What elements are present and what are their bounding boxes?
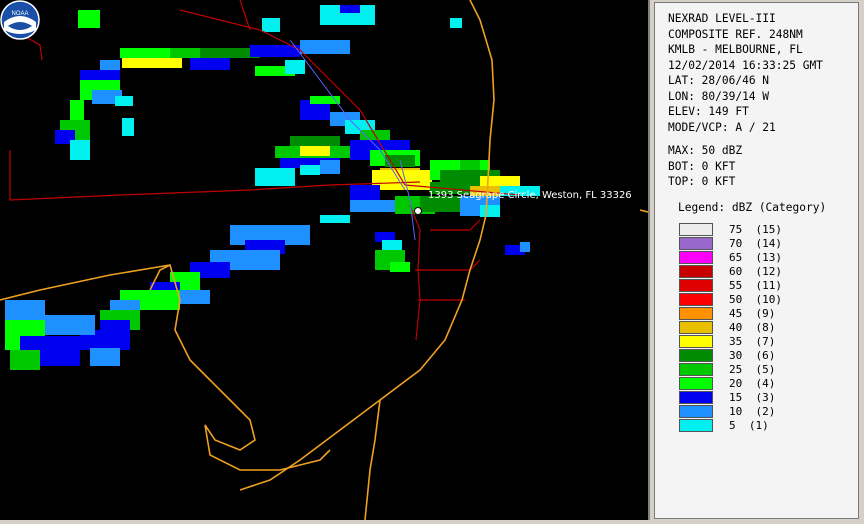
top-value: TOP: 0 KFT bbox=[668, 175, 736, 188]
legend-label: 5 (1) bbox=[729, 419, 769, 432]
legend-item: 55 (11) bbox=[679, 279, 849, 293]
legend-swatch bbox=[679, 349, 713, 362]
radar-map[interactable]: 1393 Seagrape Circle, Weston, FL 33326 N… bbox=[0, 0, 650, 520]
legend-label: 60 (12) bbox=[729, 265, 782, 278]
legend-item: 65 (13) bbox=[679, 251, 849, 265]
legend-item: 15 (3) bbox=[679, 391, 849, 405]
station-name: KMLB - MELBOURNE, FL bbox=[668, 43, 803, 56]
legend-label: 20 (4) bbox=[729, 377, 776, 390]
product-type: COMPOSITE REF. 248NM bbox=[668, 27, 803, 41]
legend-label: 40 (8) bbox=[729, 321, 776, 334]
legend-label: 75 (15) bbox=[729, 223, 782, 236]
legend-swatch bbox=[679, 377, 713, 390]
legend-item: 40 (8) bbox=[679, 321, 849, 335]
legend-label: 50 (10) bbox=[729, 293, 782, 306]
latitude: LAT: 28/06/46 N bbox=[668, 74, 770, 87]
bottom-value: BOT: 0 KFT bbox=[668, 159, 736, 173]
legend-item: 25 (5) bbox=[679, 363, 849, 377]
legend-label: 25 (5) bbox=[729, 363, 776, 376]
legend-item: 45 (9) bbox=[679, 307, 849, 321]
legend-swatch bbox=[679, 363, 713, 376]
product-name: NEXRAD LEVEL-III bbox=[668, 12, 776, 25]
scan-datetime: 12/02/2014 16:33:25 GMT bbox=[668, 58, 823, 72]
mode-vcp: MODE/VCP: A / 21 bbox=[668, 120, 776, 134]
legend-swatch bbox=[679, 307, 713, 320]
legend-label: 70 (14) bbox=[729, 237, 782, 250]
road-lines bbox=[289, 39, 416, 241]
legend-item: 35 (7) bbox=[679, 335, 849, 349]
legend-swatch bbox=[679, 223, 713, 236]
elevation: ELEV: 149 FT bbox=[668, 105, 749, 118]
legend-item: 60 (12) bbox=[679, 265, 849, 279]
legend-label: 35 (7) bbox=[729, 335, 776, 348]
legend-item: 5 (1) bbox=[679, 419, 849, 433]
legend-swatch bbox=[679, 321, 713, 334]
county-lines bbox=[9, 0, 521, 341]
svg-text:NOAA: NOAA bbox=[11, 11, 28, 17]
legend-swatch bbox=[679, 405, 713, 418]
coastline bbox=[0, 0, 648, 520]
legend-item: 50 (10) bbox=[679, 293, 849, 307]
legend-swatch bbox=[679, 251, 713, 264]
legend-swatch bbox=[679, 391, 713, 404]
max-value: MAX: 50 dBZ bbox=[668, 144, 743, 157]
legend-label: 30 (6) bbox=[729, 349, 776, 362]
longitude: LON: 80/39/14 W bbox=[668, 89, 770, 103]
legend-item: 20 (4) bbox=[679, 377, 849, 391]
legend-item: 30 (6) bbox=[679, 349, 849, 363]
legend-swatch bbox=[679, 293, 713, 306]
map-overlay bbox=[0, 0, 648, 520]
legend-swatch bbox=[679, 237, 713, 250]
legend-item: 10 (2) bbox=[679, 405, 849, 419]
info-panel: NEXRAD LEVEL-III COMPOSITE REF. 248NM KM… bbox=[654, 2, 859, 519]
legend-label: 10 (2) bbox=[729, 405, 776, 418]
location-label: 1393 Seagrape Circle, Weston, FL 33326 bbox=[428, 190, 632, 201]
location-marker bbox=[414, 207, 422, 215]
legend-label: 15 (3) bbox=[729, 391, 776, 404]
legend-swatch bbox=[679, 419, 713, 432]
noaa-logo: NOAA bbox=[0, 0, 40, 40]
legend-label: 65 (13) bbox=[729, 251, 782, 264]
legend-swatch bbox=[679, 265, 713, 278]
legend-swatch bbox=[679, 279, 713, 292]
legend-title: Legend: dBZ (Category) bbox=[678, 201, 827, 214]
legend-label: 45 (9) bbox=[729, 307, 776, 320]
legend-item: 75 (15) bbox=[679, 223, 849, 237]
legend-item: 70 (14) bbox=[679, 237, 849, 251]
legend-swatch bbox=[679, 335, 713, 348]
legend-label: 55 (11) bbox=[729, 279, 782, 292]
